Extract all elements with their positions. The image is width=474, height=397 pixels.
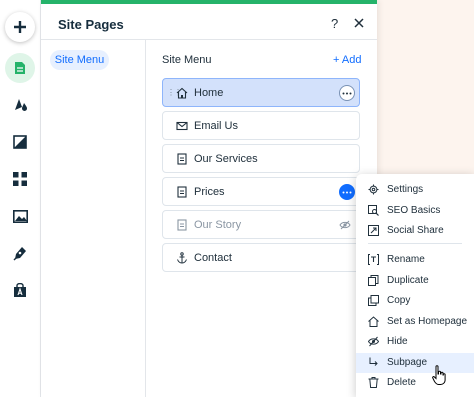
page-label: Our Story bbox=[194, 219, 242, 231]
more-actions-button[interactable] bbox=[339, 85, 355, 101]
seo-icon bbox=[368, 205, 379, 216]
app-market-icon bbox=[14, 282, 26, 297]
more-dots-icon bbox=[342, 92, 352, 94]
page-context-menu: Settings SEO Basics Social Share Rename … bbox=[356, 174, 474, 397]
anchor-icon bbox=[177, 252, 187, 264]
eye-hidden-icon bbox=[368, 336, 379, 347]
pages-menu-button[interactable] bbox=[5, 53, 35, 83]
page-label: Contact bbox=[194, 252, 232, 264]
site-pages-panel: Site Pages ? Site Menu Site Menu + Add ⋮… bbox=[41, 0, 377, 397]
page-item-home[interactable]: ⋮⋮ Home bbox=[162, 78, 360, 107]
more-dots-icon bbox=[342, 191, 352, 193]
menu-item-label: Duplicate bbox=[387, 275, 429, 286]
help-button[interactable]: ? bbox=[331, 16, 338, 31]
blog-button[interactable] bbox=[5, 238, 35, 268]
menu-item-seo-basics[interactable]: SEO Basics bbox=[356, 201, 474, 221]
page-item-email-us[interactable]: Email Us bbox=[162, 111, 360, 140]
background-icon bbox=[13, 135, 27, 149]
menu-item-duplicate[interactable]: Duplicate bbox=[356, 271, 474, 291]
media-button[interactable] bbox=[5, 201, 35, 231]
page-label: Our Services bbox=[194, 153, 258, 165]
more-actions-button[interactable] bbox=[339, 184, 355, 200]
duplicate-icon bbox=[368, 275, 379, 286]
apps-grid-icon bbox=[13, 172, 27, 186]
menu-divider bbox=[368, 243, 462, 244]
add-elements-button[interactable] bbox=[5, 12, 35, 42]
trash-icon bbox=[368, 377, 379, 388]
image-icon bbox=[12, 209, 28, 223]
menu-item-social-share[interactable]: Social Share bbox=[356, 221, 474, 241]
menu-item-set-as-homepage[interactable]: Set as Homepage bbox=[356, 312, 474, 332]
page-icon bbox=[177, 153, 187, 165]
page-icon bbox=[15, 62, 25, 74]
menu-item-label: Social Share bbox=[387, 225, 444, 236]
menu-item-label: Set as Homepage bbox=[387, 316, 468, 327]
design-button[interactable] bbox=[5, 89, 35, 119]
page-label: Email Us bbox=[194, 120, 239, 132]
menu-item-subpage[interactable]: Subpage bbox=[356, 353, 474, 373]
tab-site-menu[interactable]: Site Menu bbox=[50, 50, 109, 70]
page-icon bbox=[177, 219, 187, 231]
panel-sidebar: Site Menu bbox=[41, 40, 146, 397]
paint-drop-icon bbox=[15, 98, 27, 111]
apps-button[interactable] bbox=[5, 164, 35, 194]
panel-title: Site Pages bbox=[58, 17, 124, 32]
envelope-icon bbox=[176, 121, 188, 131]
menu-item-copy[interactable]: Copy bbox=[356, 291, 474, 311]
menu-item-hide[interactable]: Hide bbox=[356, 332, 474, 352]
eye-hidden-icon bbox=[339, 220, 351, 230]
plus-icon bbox=[14, 21, 26, 33]
gear-icon bbox=[368, 184, 379, 195]
app-market-button[interactable] bbox=[5, 275, 35, 305]
menu-item-label: Settings bbox=[387, 184, 424, 195]
home-icon bbox=[368, 316, 379, 327]
menu-item-label: Delete bbox=[387, 377, 416, 388]
list-title: Site Menu bbox=[162, 54, 212, 66]
subpage-icon bbox=[369, 357, 378, 366]
close-icon[interactable] bbox=[352, 16, 366, 30]
panel-header: Site Pages ? bbox=[41, 8, 377, 40]
menu-item-label: Subpage bbox=[387, 357, 428, 368]
menu-item-settings[interactable]: Settings bbox=[356, 180, 474, 200]
hand-cursor-icon bbox=[432, 365, 446, 385]
page-item-prices[interactable]: Prices bbox=[162, 177, 360, 206]
background-button[interactable] bbox=[5, 127, 35, 157]
menu-item-label: SEO Basics bbox=[387, 205, 441, 216]
page-label: Home bbox=[194, 87, 224, 99]
page-icon bbox=[177, 186, 187, 198]
share-icon bbox=[368, 225, 379, 236]
add-page-button[interactable]: + Add bbox=[333, 54, 361, 66]
copy-icon bbox=[368, 295, 379, 306]
menu-item-rename[interactable]: Rename bbox=[356, 250, 474, 270]
left-toolbar bbox=[0, 0, 41, 397]
page-item-our-services[interactable]: Our Services bbox=[162, 144, 360, 173]
page-item-our-story[interactable]: Our Story bbox=[162, 210, 360, 239]
menu-item-label: Hide bbox=[387, 336, 408, 347]
page-item-contact[interactable]: Contact bbox=[162, 243, 360, 272]
home-icon bbox=[176, 87, 188, 99]
menu-item-label: Rename bbox=[387, 254, 425, 265]
text-icon bbox=[368, 254, 379, 265]
menu-item-delete[interactable]: Delete bbox=[356, 373, 474, 393]
menu-item-label: Copy bbox=[387, 295, 411, 306]
pen-nib-icon bbox=[13, 246, 26, 260]
page-label: Prices bbox=[194, 186, 225, 198]
